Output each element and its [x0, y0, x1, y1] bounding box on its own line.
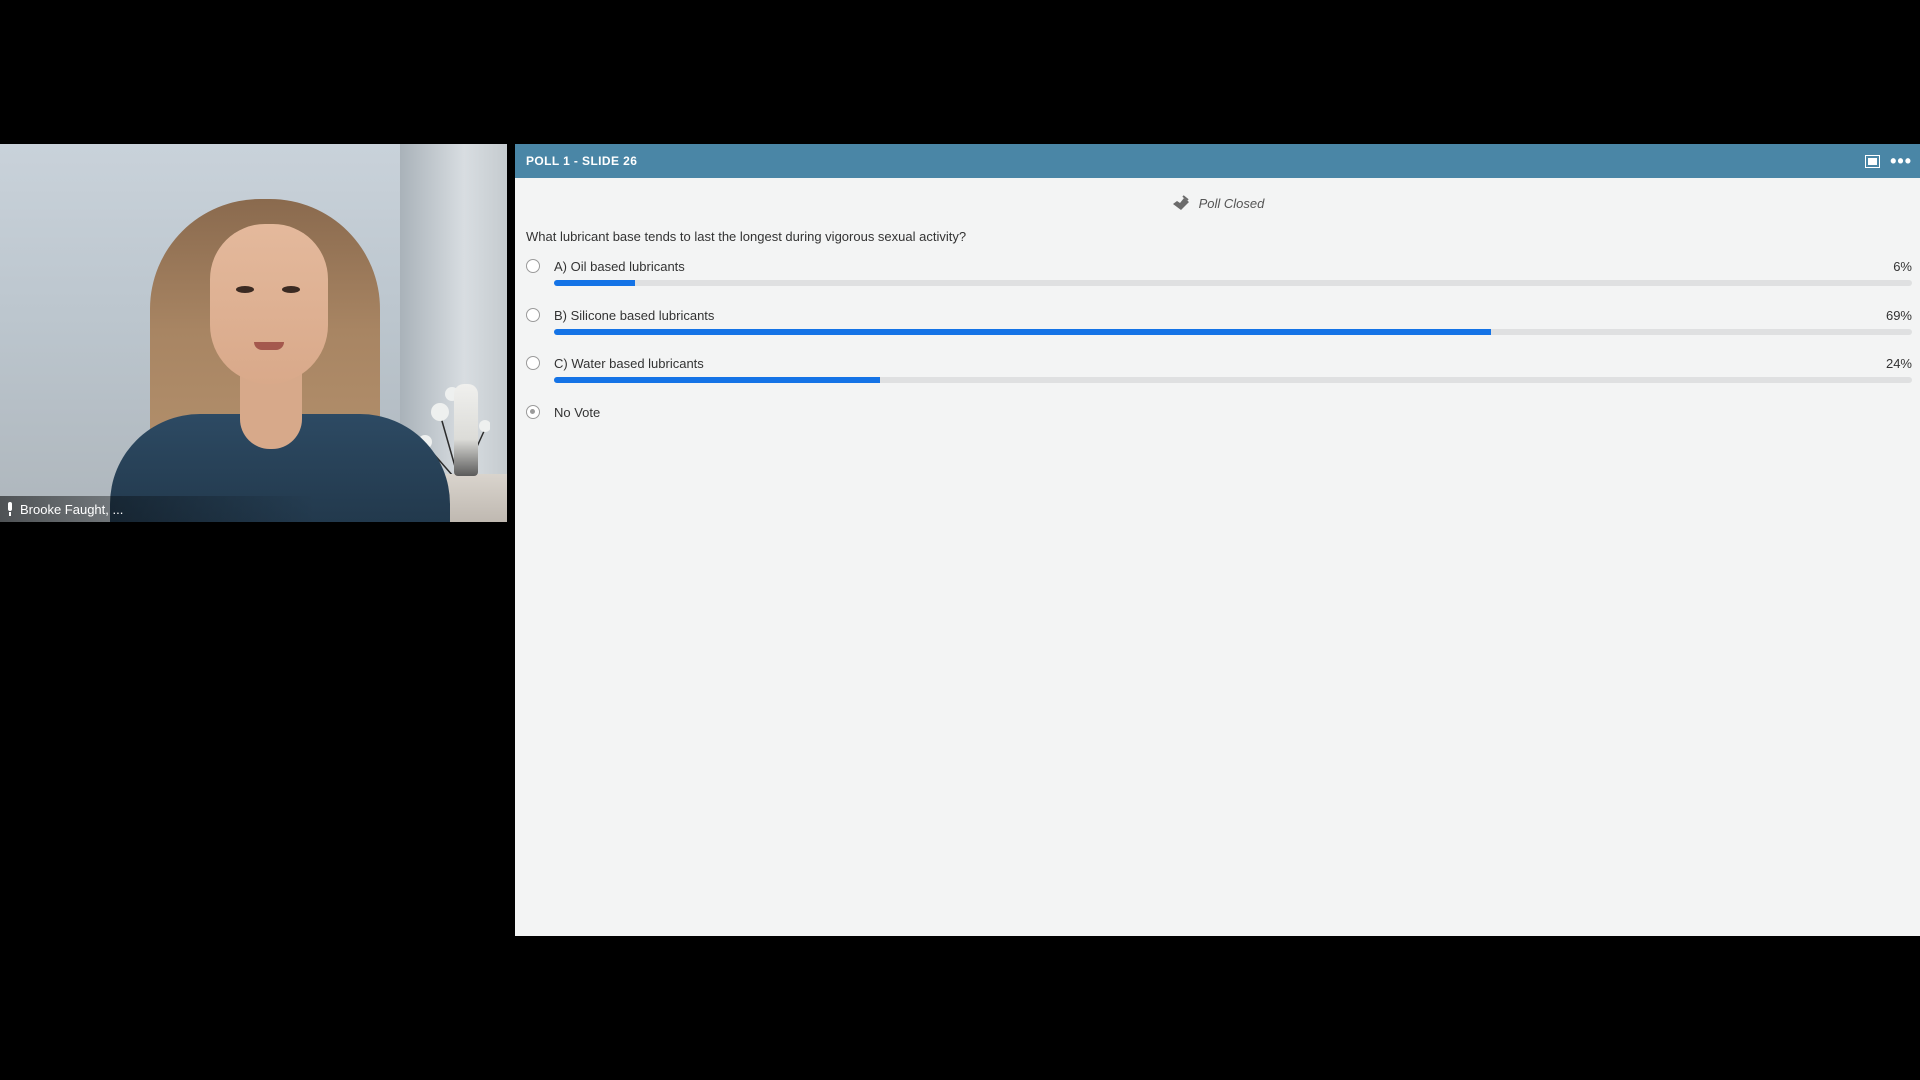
- pod-header: POLL 1 - SLIDE 26 •••: [515, 144, 1920, 178]
- result-bar-track: [554, 328, 1912, 335]
- poll-answer-no-vote[interactable]: No Vote: [515, 402, 1920, 451]
- answer-label: No Vote: [554, 404, 601, 420]
- participant-face: [210, 224, 328, 384]
- checkmark-ballot-icon: [1172, 195, 1189, 210]
- answer-label: C) Water based lubricants: [554, 356, 704, 371]
- radio-button[interactable]: [526, 356, 540, 370]
- vase: [454, 384, 478, 476]
- participant-eye-left: [236, 286, 254, 293]
- poll-question: What lubricant base tends to last the lo…: [526, 229, 967, 244]
- participant-eye-right: [282, 286, 300, 293]
- poll-answer-b[interactable]: B) Silicone based lubricants 69%: [515, 305, 1920, 354]
- result-bar-track: [554, 377, 1912, 383]
- answer-percent: 69%: [1885, 307, 1912, 323]
- result-bar-track: [554, 280, 1912, 286]
- result-bar-fill: [554, 328, 1492, 335]
- pod-actions: •••: [1865, 152, 1912, 170]
- result-bar-fill: [554, 377, 880, 383]
- fullscreen-icon[interactable]: [1865, 154, 1881, 168]
- poll-answer-a[interactable]: A) Oil based lubricants 6%: [515, 256, 1920, 305]
- participant-name-tag: Brooke Faught, ...: [0, 496, 316, 522]
- poll-answer-c[interactable]: C) Water based lubricants 24%: [515, 353, 1920, 402]
- poll-status-label: Poll Closed: [1198, 195, 1265, 211]
- answer-label: A) Oil based lubricants: [554, 259, 685, 274]
- video-feed[interactable]: Brooke Faught, ...: [0, 144, 507, 522]
- radio-button[interactable]: [526, 307, 540, 322]
- answer-percent: 24%: [1885, 356, 1912, 371]
- poll-status: Poll Closed: [515, 195, 1920, 211]
- participant-name: Brooke Faught, ...: [20, 501, 124, 517]
- more-options-icon[interactable]: •••: [1890, 152, 1912, 170]
- poll-answers: A) Oil based lubricants 6% B) Silicone b…: [515, 256, 1920, 450]
- participant-mouth: [254, 342, 284, 350]
- poll-pod: POLL 1 - SLIDE 26 ••• Poll Closed What l…: [515, 144, 1920, 936]
- radio-button-selected[interactable]: [526, 404, 540, 419]
- radio-button[interactable]: [526, 259, 540, 273]
- answer-label: B) Silicone based lubricants: [554, 307, 715, 323]
- result-bar-fill: [554, 280, 636, 286]
- answer-percent: 6%: [1893, 259, 1912, 274]
- microphone-icon: [6, 502, 14, 516]
- pod-title: POLL 1 - SLIDE 26: [526, 154, 638, 168]
